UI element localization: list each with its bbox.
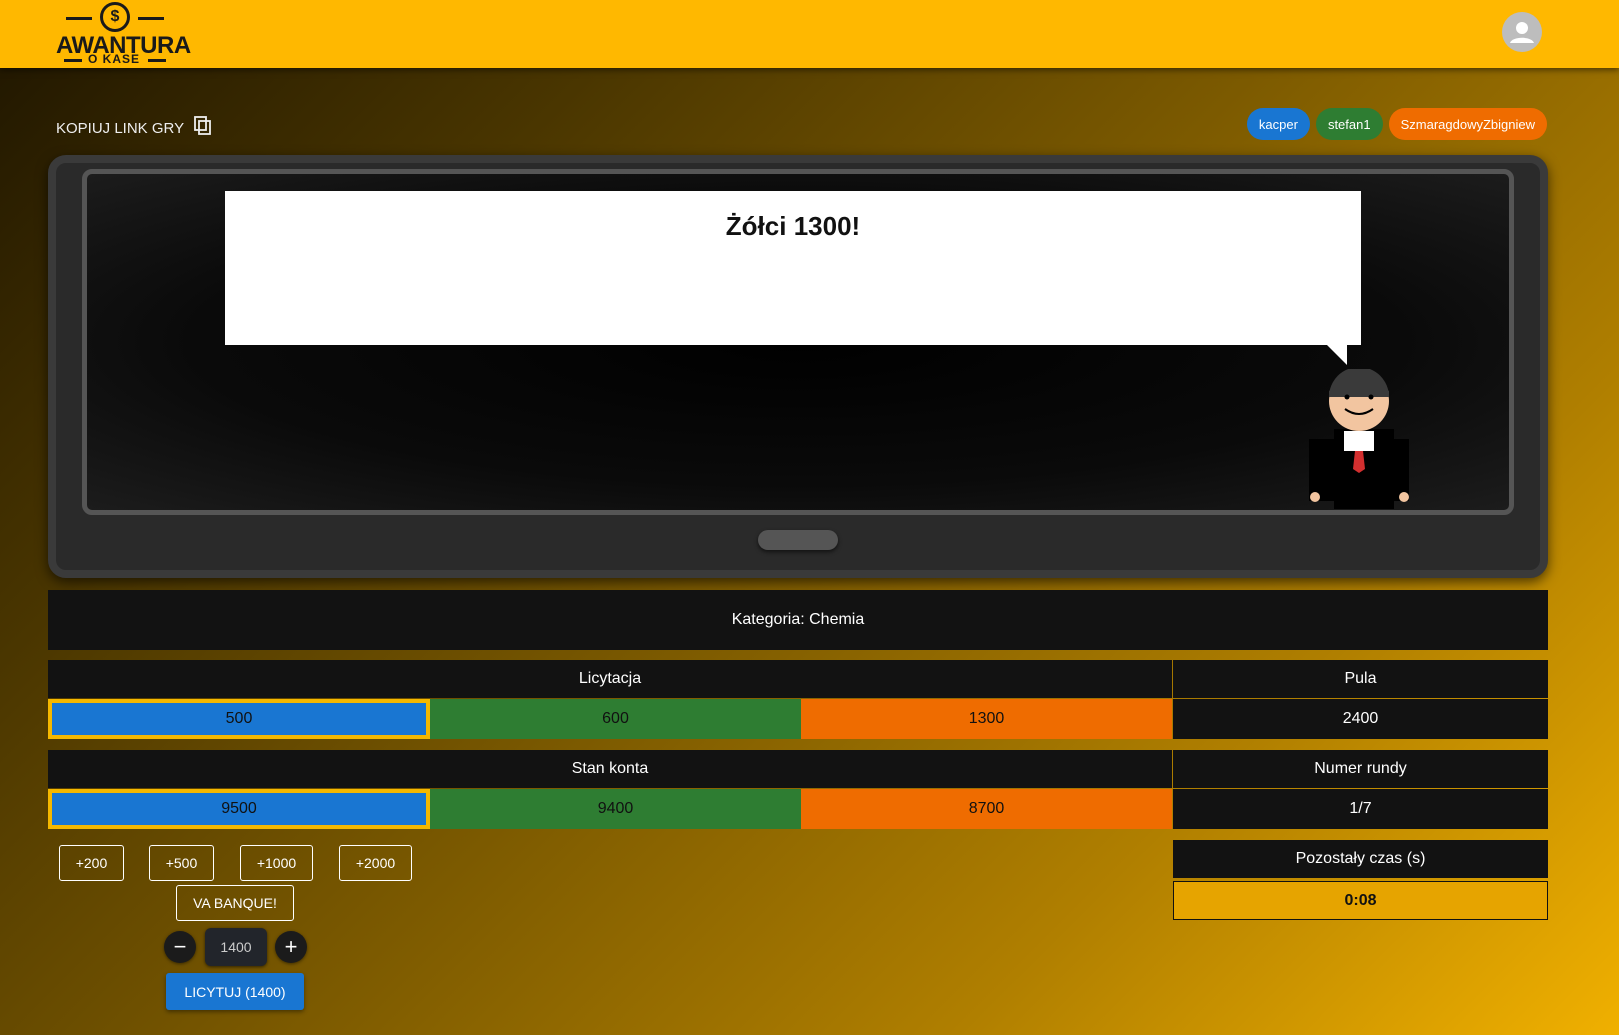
plus-icon: + <box>284 934 298 959</box>
pool-header: Pula <box>1173 660 1548 698</box>
logo-decoration <box>138 17 164 20</box>
bid-amount-input[interactable]: 1400 <box>205 928 267 966</box>
top-bar: $ AWANTURA O KASE <box>0 0 1619 68</box>
bid-value-szmaragdowyzbigniew: 1300 <box>801 699 1172 739</box>
balance-value-szmaragdowyzbigniew: 8700 <box>801 789 1172 829</box>
balance-header: Stan konta <box>48 750 1172 788</box>
timer-header: Pozostały czas (s) <box>1173 840 1548 878</box>
increase-bid-button[interactable]: + <box>275 931 307 963</box>
va-banque-button[interactable]: VA BANQUE! <box>176 885 294 921</box>
player-chip-stefan1[interactable]: stefan1 <box>1315 108 1383 140</box>
account-circle-icon[interactable] <box>1502 12 1542 52</box>
balance-value-stefan1: 9400 <box>430 789 801 829</box>
round-header: Numer rundy <box>1173 750 1548 788</box>
bid-value-kacper: 500 <box>48 699 430 739</box>
logo[interactable]: $ AWANTURA O KASE <box>52 0 191 68</box>
quick-bid-1000-button[interactable]: +1000 <box>240 845 313 881</box>
coin-icon: $ <box>100 2 130 32</box>
pool-value: 2400 <box>1173 699 1548 739</box>
quick-bid-500-button[interactable]: +500 <box>149 845 214 881</box>
category-panel: Kategoria: Chemia <box>48 590 1548 650</box>
host-character <box>1309 367 1419 509</box>
tv-stand <box>758 530 838 550</box>
logo-decoration <box>148 59 166 62</box>
round-value: 1/7 <box>1173 789 1548 829</box>
player-chip-szmaragdowyzbigniew[interactable]: SzmaragdowyZbigniew <box>1388 108 1547 140</box>
quick-bid-2000-button[interactable]: +2000 <box>339 845 412 881</box>
copy-link-label: KOPIUJ LINK GRY <box>56 119 185 137</box>
player-chip-kacper[interactable]: kacper <box>1246 108 1310 140</box>
speech-bubble-tail <box>1327 345 1347 365</box>
logo-subtext: O KASE <box>88 52 141 66</box>
player-list: kacper stefan1 SzmaragdowyZbigniew <box>1246 108 1547 140</box>
timer-value: 0:08 <box>1173 881 1548 920</box>
quick-bid-200-button[interactable]: +200 <box>59 845 124 881</box>
speech-text: Żółci 1300! <box>725 211 861 241</box>
copy-icon <box>194 116 212 140</box>
minus-icon: − <box>173 934 187 959</box>
tv-screen: Żółci 1300! <box>82 169 1514 515</box>
bid-button[interactable]: LICYTUJ (1400) <box>166 973 304 1010</box>
speech-bubble: Żółci 1300! <box>225 191 1361 345</box>
bid-value-stefan1: 600 <box>430 699 801 739</box>
balance-value-kacper: 9500 <box>48 789 430 829</box>
decrease-bid-button[interactable]: − <box>164 931 196 963</box>
logo-decoration <box>64 59 82 62</box>
logo-decoration <box>66 17 92 20</box>
copy-game-link-button[interactable]: KOPIUJ LINK GRY <box>56 116 212 140</box>
tv-frame: Żółci 1300! <box>48 155 1548 578</box>
bidding-header: Licytacja <box>48 660 1172 698</box>
